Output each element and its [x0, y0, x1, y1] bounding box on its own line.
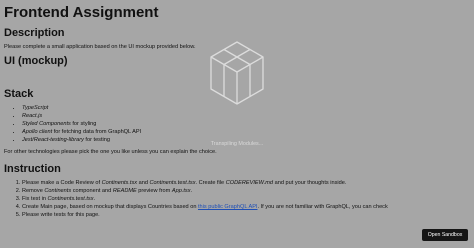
- list-item: Create Main page, based on mockup that d…: [22, 203, 470, 211]
- transpiling-status: Transpiling Modules...: [210, 141, 264, 147]
- codesandbox-cube-icon: [210, 41, 264, 105]
- list-item: Remove Continents component and README p…: [22, 187, 470, 195]
- list-item: Please make a Code Review of Continents.…: [22, 179, 470, 187]
- instruction-heading: Instruction: [4, 163, 61, 175]
- description-heading: Description: [4, 27, 65, 39]
- loading-overlay: Transpiling Modules...: [200, 40, 274, 152]
- list-item: Please write tests for this page.: [22, 211, 470, 219]
- page-title: Frontend Assignment: [4, 4, 159, 21]
- list-item: Fix test in Continents.test.tsx.: [22, 195, 470, 203]
- graphql-api-link[interactable]: this public GraphQL API: [198, 204, 258, 210]
- instruction-list: Please make a Code Review of Continents.…: [4, 179, 470, 219]
- codesandbox-preview: Frontend Assignment Description Please c…: [0, 0, 474, 248]
- open-sandbox-button[interactable]: Open Sandbox: [422, 229, 468, 241]
